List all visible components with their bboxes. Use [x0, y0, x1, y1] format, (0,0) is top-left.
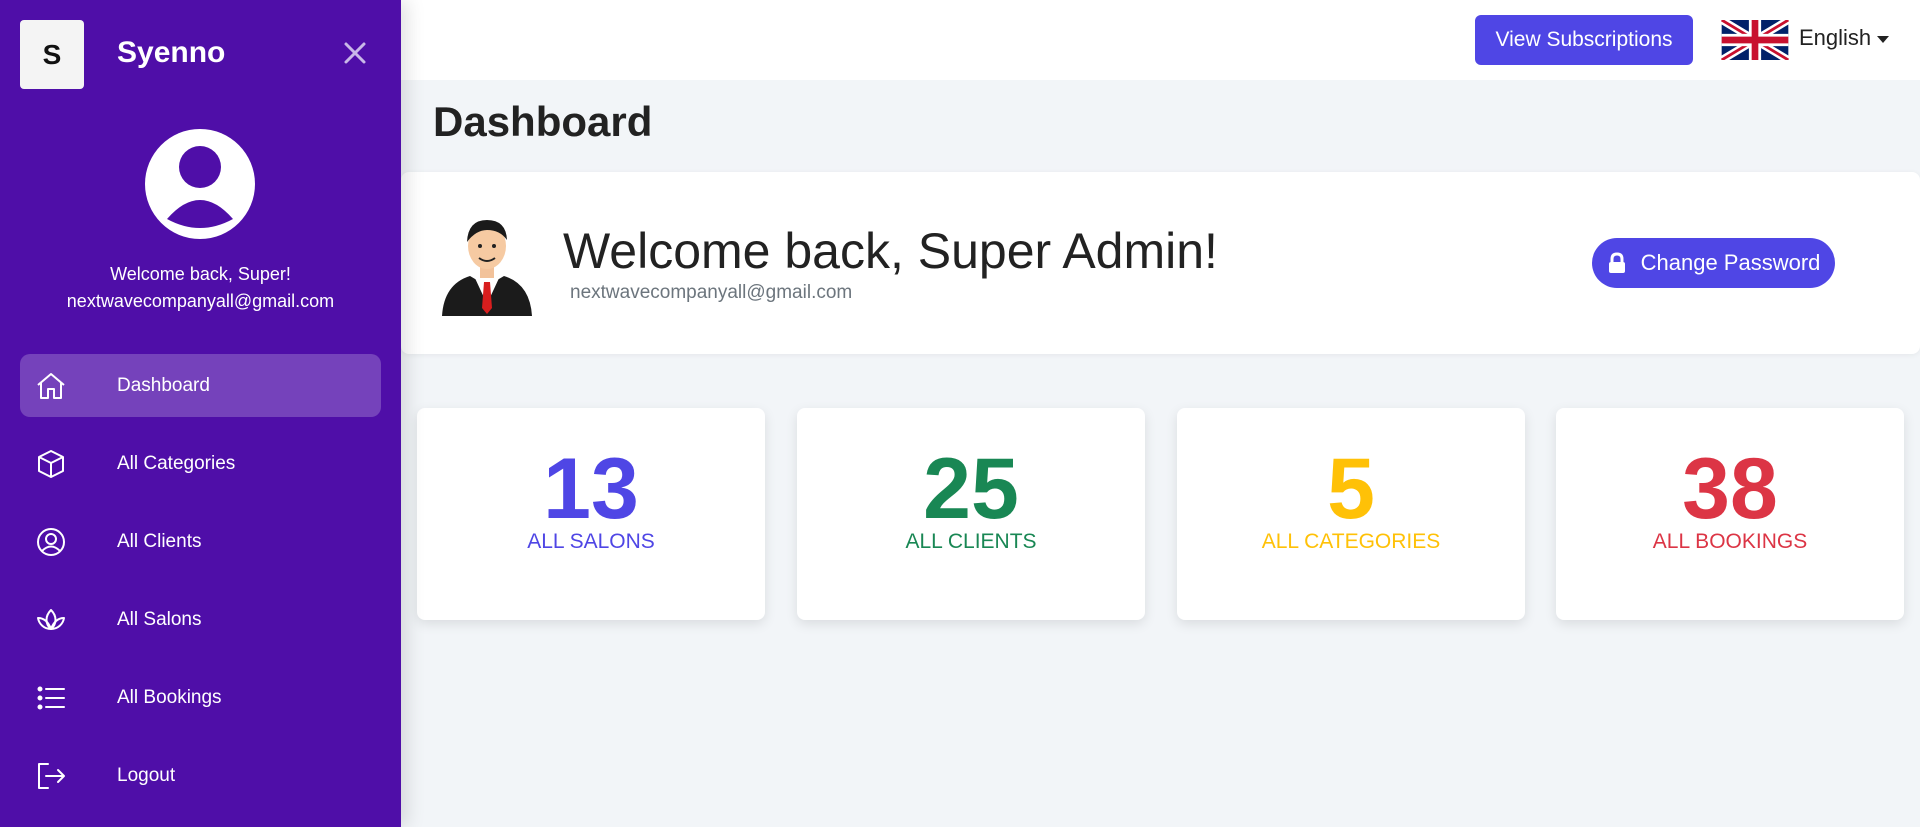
sidebar-item-label: Logout: [117, 764, 176, 786]
view-subscriptions-button[interactable]: View Subscriptions: [1475, 15, 1693, 65]
stat-value: 38: [1682, 441, 1778, 537]
language-selector[interactable]: English: [1799, 25, 1890, 51]
lotus-icon: [37, 608, 65, 630]
stat-label: ALL BOOKINGS: [1652, 530, 1808, 553]
stat-card-salons[interactable]: 13 ALL SALONS: [417, 408, 765, 620]
stat-label: ALL SALONS: [527, 530, 655, 553]
sidebar-item-label: All Bookings: [117, 686, 222, 708]
welcome-card: Welcome back, Super Admin! nextwavecompa…: [401, 172, 1920, 354]
sidebar-item-all-categories[interactable]: All Categories: [20, 432, 381, 495]
sidebar-item-label: Dashboard: [117, 374, 210, 396]
sidebar-item-all-bookings[interactable]: All Bookings: [20, 666, 381, 729]
sidebar-item-all-salons[interactable]: All Salons: [20, 588, 381, 651]
change-password-label: Change Password: [1640, 250, 1821, 275]
uk-flag-icon[interactable]: [1721, 20, 1789, 60]
admin-avatar-icon: [442, 220, 532, 316]
stat-value: 13: [543, 441, 639, 537]
sidebar-email: nextwavecompanyall@gmail.com: [66, 291, 335, 311]
home-icon: [37, 372, 65, 399]
stat-label: ALL CLIENTS: [905, 530, 1037, 553]
brand-logo[interactable]: S: [20, 20, 84, 89]
chevron-down-icon: [1877, 35, 1890, 43]
sidebar-item-all-clients[interactable]: All Clients: [20, 510, 381, 573]
stat-card-bookings[interactable]: 38 ALL BOOKINGS: [1556, 408, 1904, 620]
user-circle-icon: [37, 527, 65, 556]
language-label: English: [1799, 25, 1872, 50]
stat-value: 5: [1327, 441, 1375, 537]
welcome-title: Welcome back, Super Admin!: [563, 223, 1218, 279]
page-title: Dashboard: [433, 98, 653, 145]
sidebar-item-label: All Clients: [117, 530, 202, 552]
sidebar-nav: Dashboard All Categories All Clients All…: [20, 354, 381, 822]
avatar[interactable]: [145, 129, 255, 239]
list-icon: [37, 686, 65, 709]
welcome-email: nextwavecompanyall@gmail.com: [570, 282, 853, 303]
stat-value: 25: [923, 441, 1019, 537]
lock-icon: [1608, 252, 1625, 273]
close-icon: [344, 42, 366, 64]
logout-icon: [38, 762, 65, 789]
sidebar-item-logout[interactable]: Logout: [20, 744, 381, 807]
cube-icon: [38, 449, 64, 478]
sidebar-item-dashboard[interactable]: Dashboard: [20, 354, 381, 417]
stat-label: ALL CATEGORIES: [1261, 530, 1441, 553]
stat-card-categories[interactable]: 5 ALL CATEGORIES: [1177, 408, 1525, 620]
brand-name: Syenno: [117, 36, 226, 69]
change-password-button[interactable]: Change Password: [1592, 238, 1835, 288]
sidebar: S Syenno Welcome back, Super! nextwaveco…: [0, 0, 401, 827]
sidebar-welcome: Welcome back, Super!: [110, 264, 291, 284]
user-avatar-icon: [167, 146, 233, 228]
close-sidebar-button[interactable]: [338, 36, 372, 70]
sidebar-item-label: All Salons: [117, 608, 202, 630]
sidebar-item-label: All Categories: [117, 452, 236, 474]
stat-card-clients[interactable]: 25 ALL CLIENTS: [797, 408, 1145, 620]
